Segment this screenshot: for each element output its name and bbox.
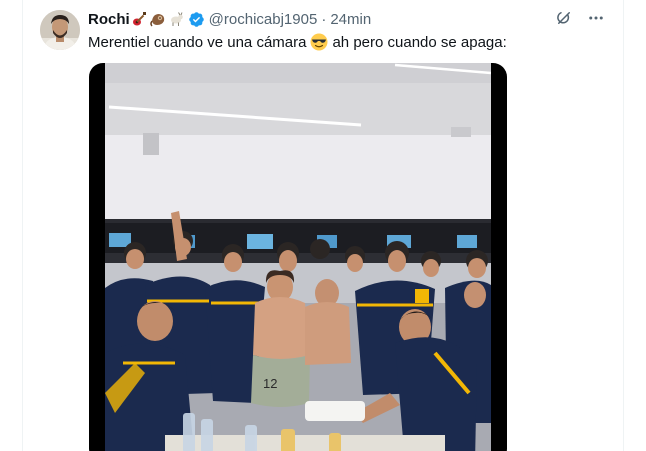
tweet-text: Merentiel cuando ve una cámara ah pero c… — [88, 32, 507, 52]
grok-icon[interactable] — [555, 9, 573, 27]
guitar-emoji-icon — [132, 11, 148, 27]
timestamp[interactable]: 24min — [330, 11, 371, 28]
timeline: Rochi @rochicabj1905 · 24min Merentiel c… — [0, 0, 646, 451]
verified-badge-icon[interactable] — [188, 11, 205, 28]
video-frame[interactable]: 12 — [105, 63, 491, 451]
tweet[interactable]: Rochi @rochicabj1905 · 24min Merentiel c… — [23, 0, 623, 451]
user-handle[interactable]: @rochicabj1905 — [209, 11, 318, 28]
more-icon[interactable] — [587, 9, 605, 27]
jersey-number: 12 — [263, 376, 277, 391]
column-border-right — [623, 0, 624, 451]
separator-dot: · — [321, 10, 327, 28]
tweet-text-part-2: ah pero cuando se apaga: — [332, 33, 507, 51]
tweet-text-part-1: Merentiel cuando ve una cámara — [88, 33, 307, 51]
avatar[interactable] — [40, 10, 80, 50]
smiling-face-with-sunglasses-emoji-icon — [310, 33, 328, 51]
tweet-header: Rochi @rochicabj1905 · 24min — [88, 8, 371, 30]
tweet-header-actions — [555, 9, 605, 27]
sloth-emoji-icon — [149, 11, 166, 27]
video-player[interactable]: 12 — [89, 63, 507, 451]
display-name[interactable]: Rochi — [88, 11, 130, 28]
goat-emoji-icon — [168, 11, 184, 27]
